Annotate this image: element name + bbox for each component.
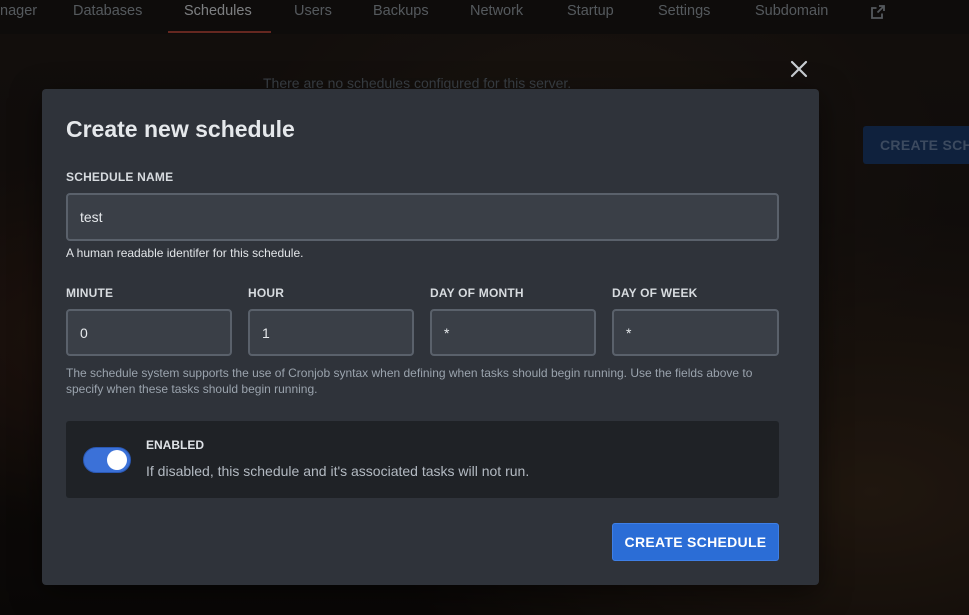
cron-syntax-help: The schedule system supports the use of … bbox=[66, 366, 753, 396]
modal-title: Create new schedule bbox=[66, 116, 295, 142]
day-of-week-label: DAY OF WEEK bbox=[612, 286, 698, 300]
enabled-toggle[interactable] bbox=[83, 447, 131, 473]
schedule-name-help: A human readable identifer for this sche… bbox=[66, 246, 304, 260]
enabled-toggle-panel: ENABLED If disabled, this schedule and i… bbox=[66, 421, 779, 498]
create-schedule-modal: Create new schedule SCHEDULE NAME A huma… bbox=[42, 89, 819, 585]
minute-label: MINUTE bbox=[66, 286, 114, 300]
hour-label: HOUR bbox=[248, 286, 285, 300]
schedule-name-label: SCHEDULE NAME bbox=[66, 170, 174, 184]
toggle-knob bbox=[107, 450, 127, 470]
create-schedule-button[interactable]: CREATE SCHEDULE bbox=[612, 523, 779, 561]
day-of-week-input[interactable] bbox=[612, 309, 779, 356]
minute-input[interactable] bbox=[66, 309, 232, 356]
day-of-month-input[interactable] bbox=[430, 309, 596, 356]
close-icon[interactable] bbox=[788, 58, 810, 80]
hour-input[interactable] bbox=[248, 309, 414, 356]
enabled-label: ENABLED bbox=[146, 438, 205, 452]
day-of-month-label: DAY OF MONTH bbox=[430, 286, 524, 300]
enabled-description: If disabled, this schedule and it's asso… bbox=[146, 463, 530, 479]
schedule-name-input[interactable] bbox=[66, 193, 779, 241]
